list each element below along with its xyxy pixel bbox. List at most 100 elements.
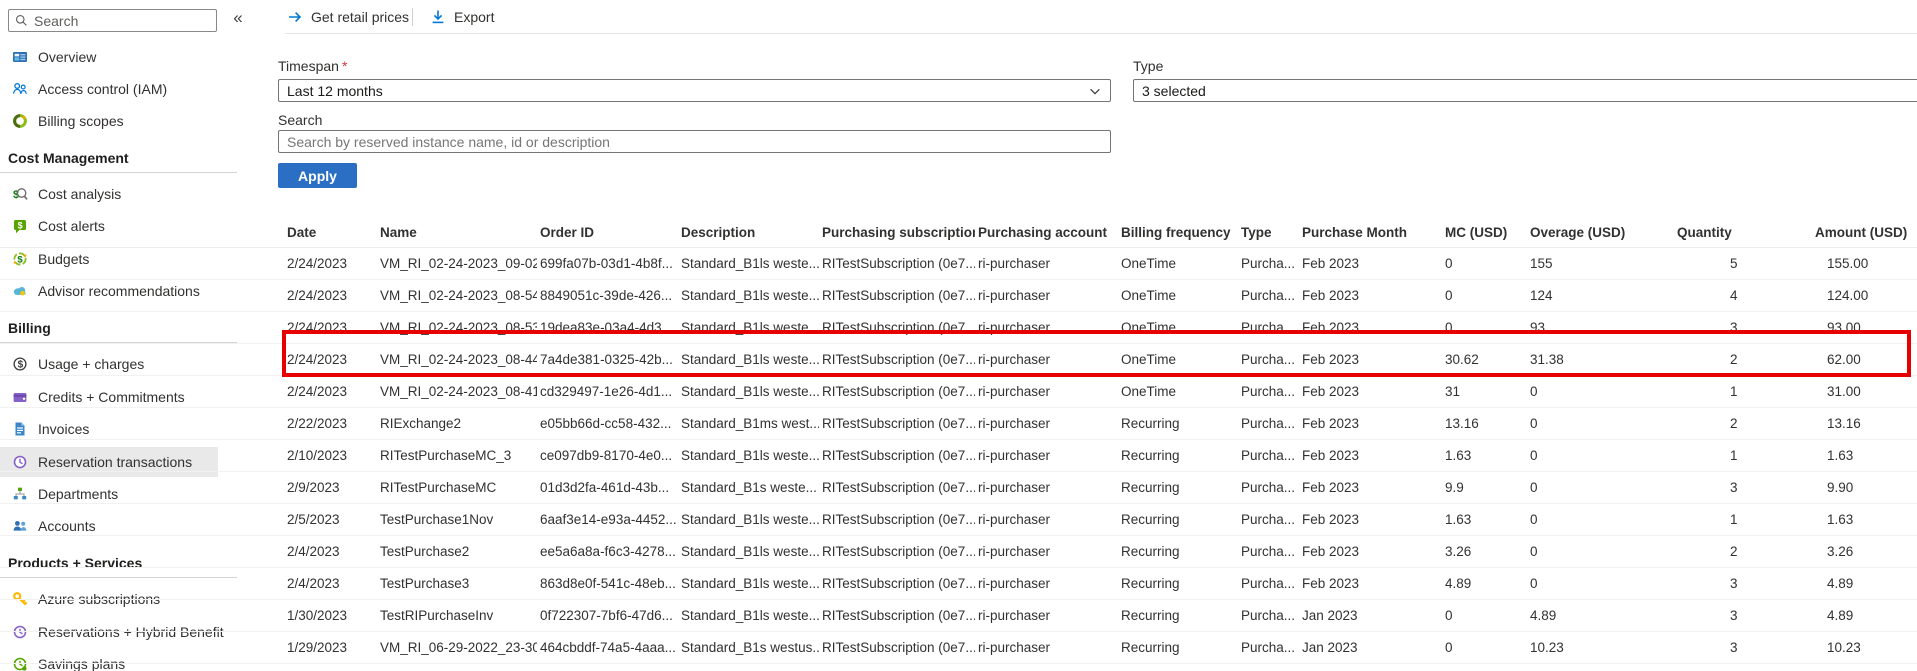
cell-overage-usd: 124 [1530,288,1553,303]
cell-mc-usd: 1.63 [1445,448,1472,463]
cell-quantity: 3 [1730,608,1738,623]
column-header-billing-frequency[interactable]: Billing frequency [1121,218,1236,247]
sidebar-search-box[interactable] [8,9,217,32]
column-header-order-id[interactable]: Order ID [540,218,678,247]
table-row[interactable]: 2/24/2023 VM_RI_02-24-2023_08-54 8849051c-… [0,280,1917,312]
cell-amount-usd: 3.26 [1827,544,1854,559]
column-header-overage-usd[interactable]: Overage (USD) [1530,218,1674,247]
cell-purchasing-account: ri-purchaser [978,416,1051,431]
cell-purchasing-account: ri-purchaser [978,512,1051,527]
cell-date: 2/10/2023 [287,448,348,463]
column-header-purchasing-account[interactable]: Purchasing account [978,218,1118,247]
timespan-dropdown[interactable]: Last 12 months [278,79,1111,102]
column-header-description[interactable]: Description [681,218,819,247]
sidebar-item-overview[interactable]: Overview [0,42,218,72]
table-row-partial[interactable]: 1/29/2023VM_RI_10-28-2022_14-34d7bc34dd-… [0,664,1917,671]
cell-overage-usd: 0 [1530,416,1538,431]
sidebar-item-billing-scopes[interactable]: Billing scopes [0,106,218,136]
cell-description: Standard_B1ls weste... [681,288,819,303]
table-row[interactable]: 2/10/2023 RITestPurchaseMC_3 ce097db9-8170… [0,440,1917,472]
cell-quantity: 2 [1730,544,1738,559]
cell-purchasing-subscription: RITestSubscription (0e7... [822,512,975,527]
cell-type: Purcha... [1241,288,1296,303]
cell-purchase-month: Jan 2023 [1302,608,1358,623]
table-row[interactable]: 2/22/2023 RIExchange2 e05bb66d-cc58-432...… [0,408,1917,440]
timespan-label: Timespan * [278,58,348,74]
cell-type: Purcha... [1241,256,1296,271]
table-row-highlighted[interactable]: 2/24/2023 VM_RI_02-24-2023_08-44 7a4de381-… [0,344,1917,376]
cell-order-id: 0f722307-7bf6-47d6... [540,608,673,623]
apply-button[interactable]: Apply [278,163,357,188]
cell-description: Standard_B1ls weste... [681,256,819,271]
required-asterisk: * [341,58,348,74]
sidebar-search-input[interactable] [34,12,194,29]
column-header-purchasing-subscription[interactable]: Purchasing subscription [822,218,975,247]
table-row[interactable]: 1/30/2023 TestRIPurchaseInv 0f722307-7bf6-… [0,600,1917,632]
cell-billing-frequency: OneTime [1121,384,1177,399]
cell-type: Purcha... [1241,608,1296,623]
table-row[interactable]: 2/9/2023 RITestPurchaseMC 01d3d2fa-461d-43… [0,472,1917,504]
table-row[interactable]: 2/4/2023 TestPurchase3 863d8e0f-541c-48eb.… [0,568,1917,600]
cell-description: Standard_B1ls weste... [681,576,819,591]
table-header: Date Name Order ID Description Purchasin… [0,218,1917,247]
table-row[interactable]: 2/24/2023 VM_RI_02-24-2023_09-02 699fa07b-… [0,248,1917,280]
cell-mc-usd: 0 [1445,288,1453,303]
cell-description: Standard_B1ls weste... [681,384,819,399]
column-header-amount-usd[interactable]: Amount (USD) [1815,218,1915,247]
cell-name: VM_RI_02-24-2023_08-41 [380,384,537,399]
column-header-purchase-month[interactable]: Purchase Month [1302,218,1442,247]
cell-purchase-month: Feb 2023 [1302,384,1360,399]
cell-purchasing-subscription: RITestSubscription (0e7... [822,352,975,367]
billing-scopes-icon [13,114,27,128]
cell-description: Standard_B1ls weste... [681,448,819,463]
cell-purchase-month: Feb 2023 [1302,416,1360,431]
table-row[interactable]: 2/24/2023 VM_RI_02-24-2023_08-53 19dea83e-… [0,312,1917,344]
table-row[interactable]: 1/29/2023 VM_RI_06-29-2022_23-30 464cbddf-… [0,632,1917,664]
cell-purchasing-account: ri-purchaser [978,384,1051,399]
get-retail-prices-button[interactable]: Get retail prices [287,6,409,28]
cell-mc-usd: 0 [1445,664,1527,671]
cell-name: TestPurchase2 [380,544,470,559]
table-row[interactable]: 2/4/2023 TestPurchase2 ee5a6a8a-f6c3-4278.… [0,536,1917,568]
cell-mc-usd: 31 [1445,384,1461,399]
timespan-value: Last 12 months [287,82,383,99]
type-dropdown[interactable]: 3 selected [1133,79,1917,102]
transaction-search-input[interactable] [278,130,1111,153]
cell-purchasing-subscription: RITestSubscription (0e7... [822,320,975,335]
cell-purchase-month: Feb 2023 [1302,544,1360,559]
cell-amount-usd: 124.00 [1827,288,1869,303]
cell-quantity: 1 [1730,512,1738,527]
column-header-mc-usd[interactable]: MC (USD) [1445,218,1527,247]
column-header-name[interactable]: Name [380,218,537,247]
cell-order-id: 699fa07b-03d1-4b8f... [540,256,673,271]
cell-description: Standard_B1ls weste... [681,512,819,527]
column-header-quantity[interactable]: Quantity [1677,218,1812,247]
table-row[interactable]: 2/5/2023 TestPurchase1Nov 6aaf3e14-e93a-44… [0,504,1917,536]
cell-quantity: 5 [1730,256,1738,271]
cell-amount-usd: 155.00 [1827,256,1869,271]
cell-date: 2/22/2023 [287,416,348,431]
cell-purchasing-account: ri-purchaser [978,664,1118,671]
sidebar-item-label: Cost analysis [38,186,122,202]
cell-overage-usd: 0 [1530,544,1538,559]
column-header-date[interactable]: Date [287,218,377,247]
cell-type: Purcha... [1241,576,1296,591]
cell-overage-usd: 0 [1530,576,1538,591]
cell-name: TestRIPurchaseInv [380,608,494,623]
cell-amount-usd: 1.63 [1827,512,1854,527]
cell-overage-usd: 0 [1530,384,1538,399]
column-header-type[interactable]: Type [1241,218,1299,247]
export-button[interactable]: Export [430,6,494,28]
cell-description: Standard_B1ls weste... [681,320,819,335]
cell-order-id: 6aaf3e14-e93a-4452... [540,512,677,527]
cell-order-id: 8849051c-39de-426... [540,288,673,303]
cell-description: Standard_B1s westus... [681,640,819,655]
sidebar-item-access-control[interactable]: Access control (IAM) [0,74,218,104]
cell-description: Standard_B1s weste... [681,664,819,671]
cell-purchase-month: Feb 2023 [1302,320,1360,335]
cell-purchasing-account: ri-purchaser [978,480,1051,495]
sidebar-item-cost-analysis[interactable]: $ Cost analysis [0,179,218,209]
sidebar-collapse-button[interactable]: « [226,6,250,30]
cell-billing-frequency: Recurring [1121,480,1180,495]
table-row[interactable]: 2/24/2023 VM_RI_02-24-2023_08-41 cd329497-… [0,376,1917,408]
